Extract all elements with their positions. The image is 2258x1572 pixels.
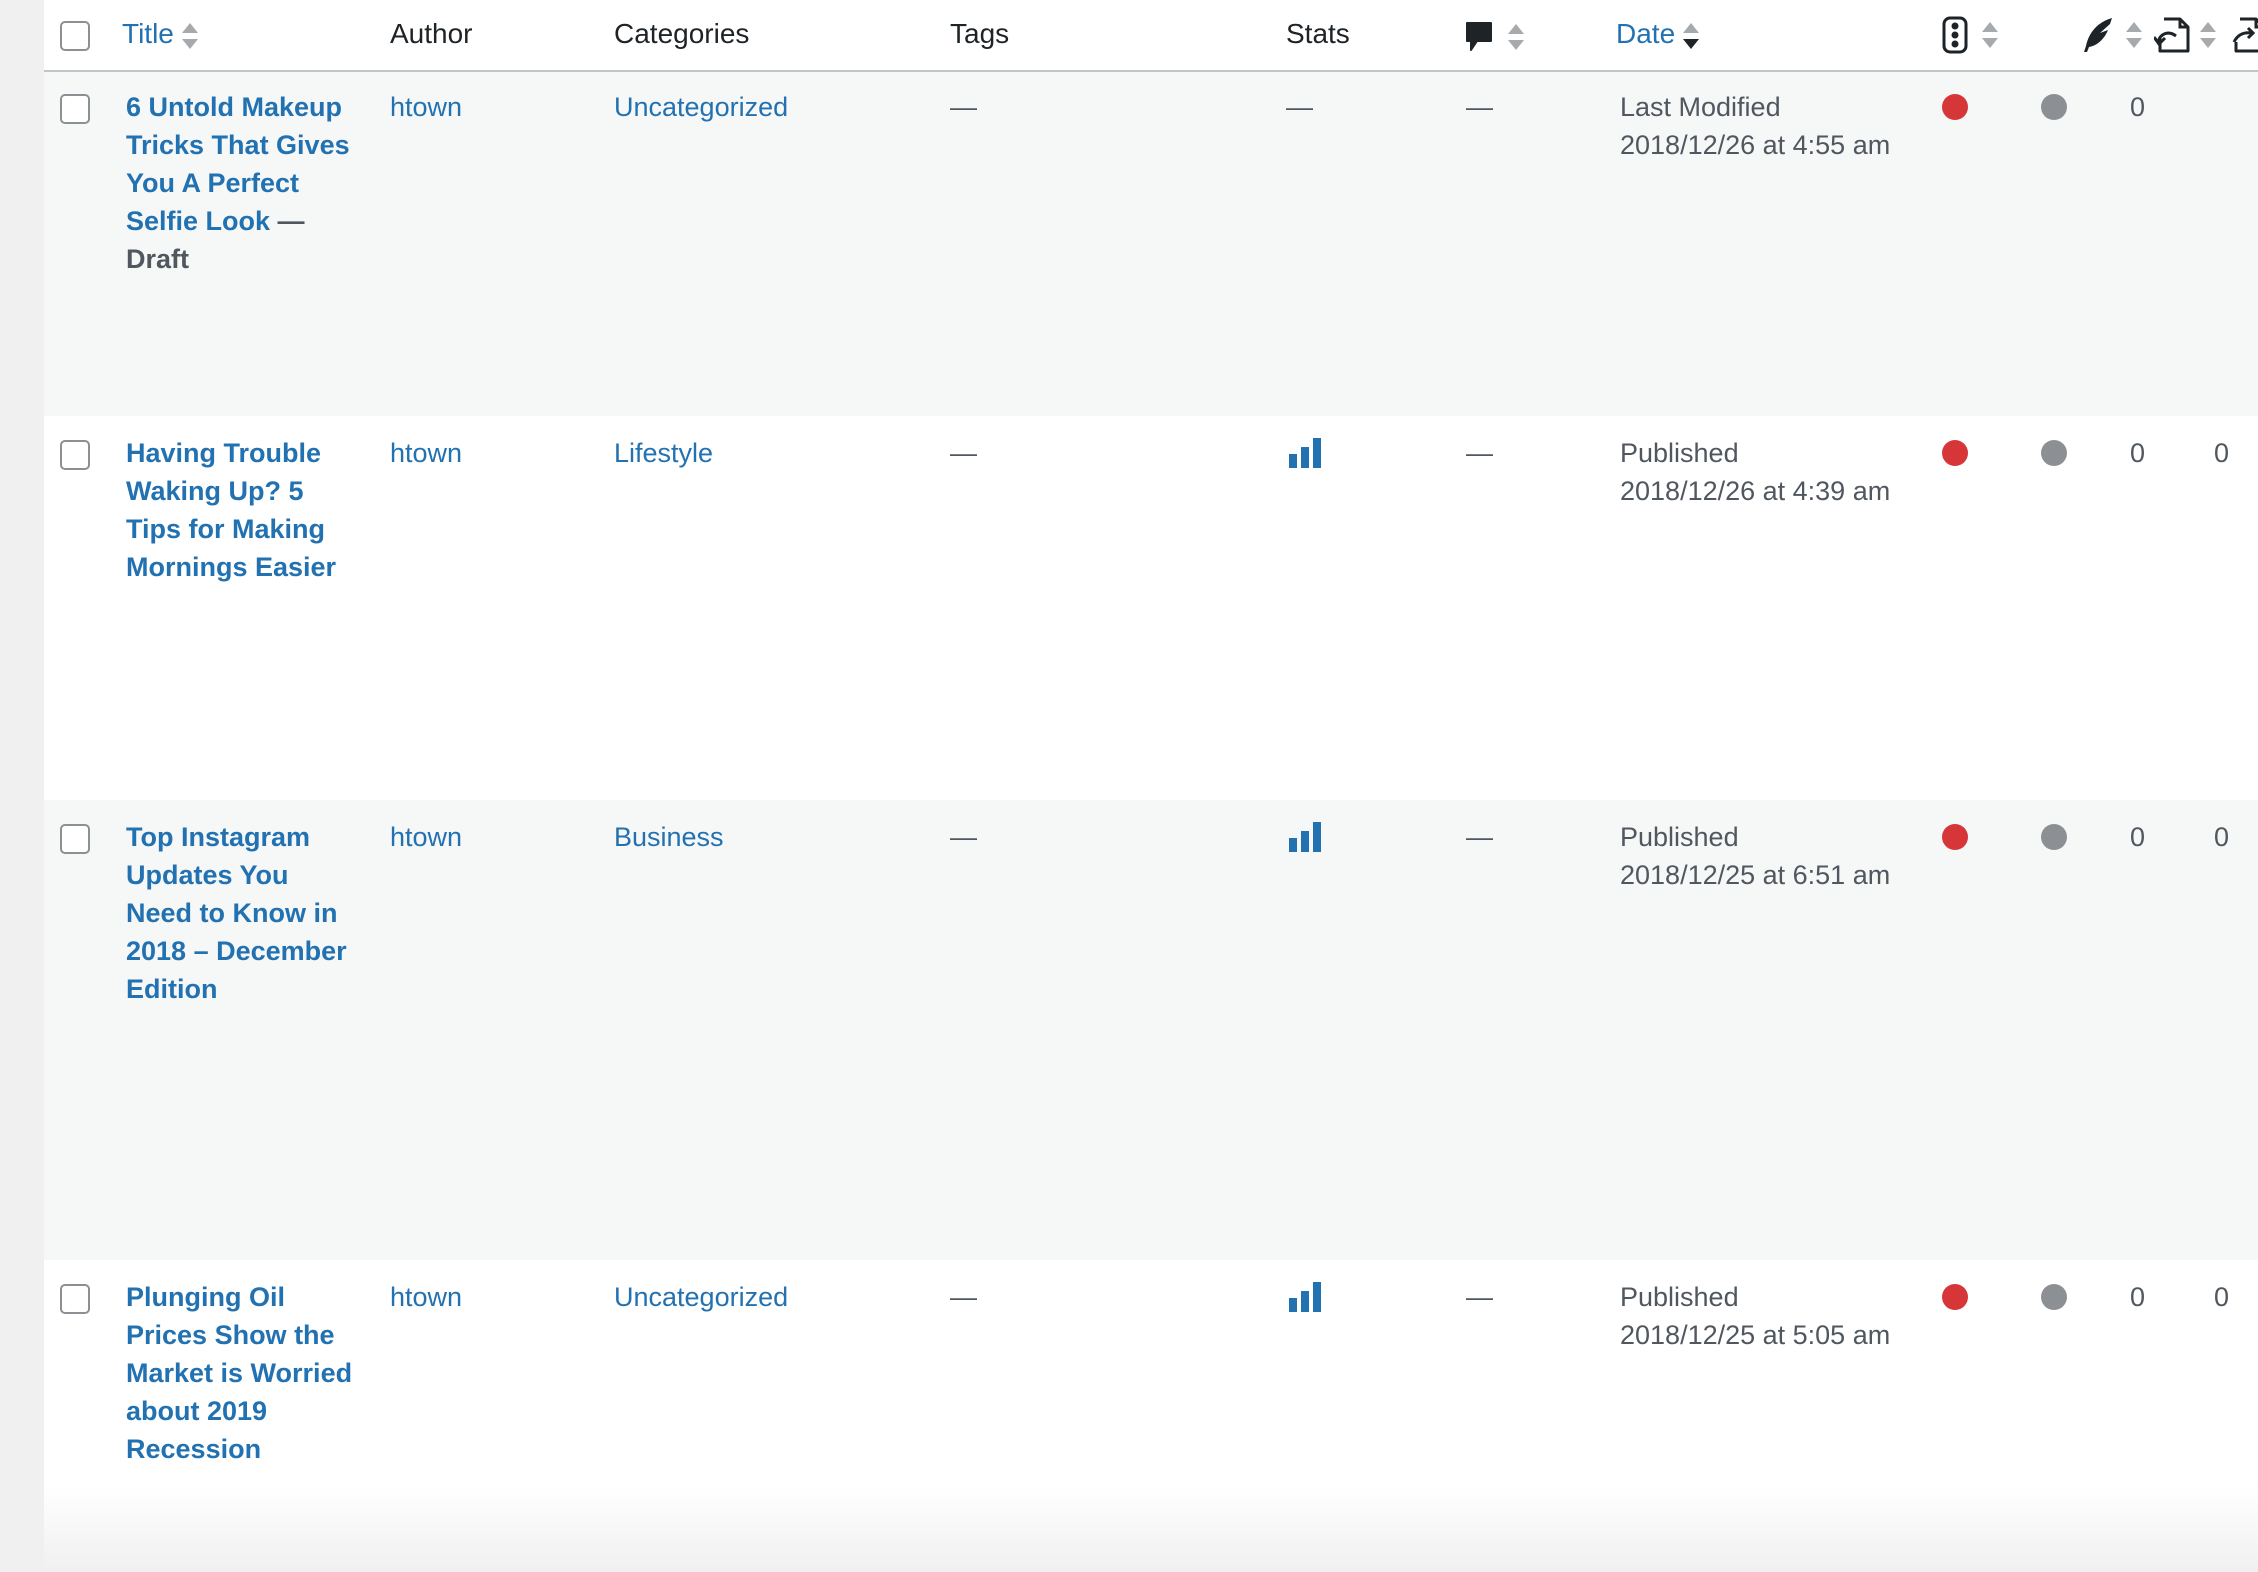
table-row: 6 Untold Makeup Tricks That Gives You A …: [44, 72, 2258, 416]
comments-column-header[interactable]: [1464, 16, 1524, 54]
date-value: 2018/12/25 at 5:05 am: [1620, 1320, 1891, 1350]
table-row: Top Instagram Updates You Need to Know i…: [44, 800, 2258, 1260]
seo-score-dot: [1942, 824, 1968, 850]
row-checkbox[interactable]: [60, 824, 90, 854]
readability-score-dot: [2041, 1284, 2067, 1310]
inbound-links-count: 0: [2130, 438, 2146, 468]
date-status: Published: [1620, 1282, 1739, 1312]
author-column-header: Author: [390, 18, 473, 49]
date-value: 2018/12/26 at 4:55 am: [1620, 130, 1891, 160]
post-title-cell: Top Instagram Updates You Need to Know i…: [126, 818, 356, 1008]
posts-table: Title Author Categories Tags Stats Date: [44, 0, 2258, 1572]
table-row: Having Trouble Waking Up? 5 Tips for Mak…: [44, 416, 2258, 800]
post-title-link[interactable]: Top Instagram Updates You Need to Know i…: [126, 822, 347, 1004]
tags-value: —: [950, 438, 977, 468]
table-header: Title Author Categories Tags Stats Date: [44, 0, 2258, 72]
tags-value: —: [950, 1282, 977, 1312]
comments-value: —: [1466, 92, 1493, 122]
date-cell: Published 2018/12/25 at 6:51 am: [1620, 818, 1890, 894]
sort-arrows-icon: [2126, 20, 2142, 50]
stats-value: —: [1286, 92, 1313, 122]
outbound-links-count: 0: [2214, 1282, 2230, 1312]
comments-value: —: [1466, 822, 1493, 852]
date-status: Published: [1620, 438, 1739, 468]
comments-value: —: [1466, 1282, 1493, 1312]
sort-desc-arrows-icon: [1683, 21, 1700, 51]
post-title-link[interactable]: Plunging Oil Prices Show the Market is W…: [126, 1282, 352, 1464]
author-link[interactable]: htown: [390, 818, 462, 856]
chart-bars-icon[interactable]: [1288, 1280, 1322, 1314]
author-link[interactable]: htown: [390, 88, 462, 126]
category-link[interactable]: Business: [614, 818, 724, 856]
sort-arrows-icon: [181, 21, 198, 51]
comment-icon: [1466, 21, 1492, 51]
comments-value: —: [1466, 438, 1493, 468]
chart-bars-icon[interactable]: [1288, 820, 1322, 854]
feather-icon: [2084, 17, 2112, 52]
date-column-header[interactable]: Date: [1616, 15, 1700, 53]
post-title-link[interactable]: Having Trouble Waking Up? 5 Tips for Mak…: [126, 438, 336, 582]
date-value: 2018/12/26 at 4:39 am: [1620, 476, 1891, 506]
seo-score-dot: [1942, 94, 1968, 120]
inbound-links-count: 0: [2130, 822, 2146, 852]
outbound-links-count: 0: [2214, 822, 2230, 852]
row-checkbox[interactable]: [60, 1284, 90, 1314]
post-title-link[interactable]: 6 Untold Makeup Tricks That Gives You A …: [126, 92, 350, 236]
date-status: Last Modified: [1620, 92, 1781, 122]
inbound-links-count: 0: [2130, 1282, 2146, 1312]
author-link[interactable]: htown: [390, 1278, 462, 1316]
stats-column-header: Stats: [1286, 18, 1350, 49]
post-title-cell: 6 Untold Makeup Tricks That Gives You A …: [126, 88, 356, 278]
row-checkbox[interactable]: [60, 94, 90, 124]
post-title-cell: Plunging Oil Prices Show the Market is W…: [126, 1278, 356, 1468]
bottom-fade: [44, 1486, 2258, 1572]
category-link[interactable]: Lifestyle: [614, 434, 713, 472]
post-title-cell: Having Trouble Waking Up? 5 Tips for Mak…: [126, 434, 356, 586]
traffic-light-icon: [1942, 16, 1968, 54]
title-column-label[interactable]: Title: [122, 18, 174, 49]
readability-score-dot: [2041, 440, 2067, 466]
title-column-header[interactable]: Title: [122, 15, 198, 53]
inbound-links-column-header[interactable]: [2152, 14, 2216, 54]
readability-column-header[interactable]: [2080, 14, 2142, 54]
seo-score-dot: [1942, 1284, 1968, 1310]
outbound-links-column-header[interactable]: [2230, 14, 2258, 54]
chart-bars-icon[interactable]: [1288, 436, 1322, 470]
outbound-links-count: 0: [2214, 438, 2230, 468]
sort-arrows-icon: [1508, 22, 1524, 52]
author-link[interactable]: htown: [390, 434, 462, 472]
date-cell: Last Modified 2018/12/26 at 4:55 am: [1620, 88, 1890, 164]
sort-arrows-icon: [2200, 20, 2216, 50]
seo-score-column-header[interactable]: [1940, 14, 1998, 54]
date-value: 2018/12/25 at 6:51 am: [1620, 860, 1891, 890]
readability-score-dot: [2041, 824, 2067, 850]
seo-score-dot: [1942, 440, 1968, 466]
date-status: Published: [1620, 822, 1739, 852]
category-link[interactable]: Uncategorized: [614, 88, 788, 126]
date-column-label[interactable]: Date: [1616, 18, 1675, 49]
row-checkbox[interactable]: [60, 440, 90, 470]
inbound-links-count: 0: [2130, 92, 2146, 122]
readability-score-dot: [2041, 94, 2067, 120]
categories-column-header: Categories: [614, 18, 750, 49]
date-cell: Published 2018/12/25 at 5:05 am: [1620, 1278, 1890, 1354]
select-all-checkbox[interactable]: [60, 21, 90, 51]
inbound-link-icon: [2152, 17, 2190, 53]
tags-value: —: [950, 822, 977, 852]
tags-column-header: Tags: [950, 18, 1010, 49]
category-link[interactable]: Uncategorized: [614, 1278, 788, 1316]
sort-arrows-icon: [1982, 20, 1998, 50]
date-cell: Published 2018/12/26 at 4:39 am: [1620, 434, 1890, 510]
outbound-link-icon: [2232, 17, 2258, 53]
tags-value: —: [950, 92, 977, 122]
